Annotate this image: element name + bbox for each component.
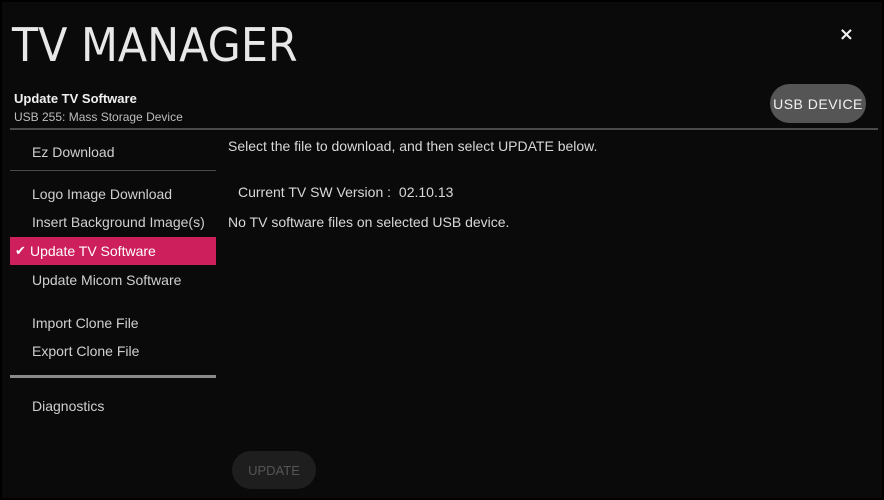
sidebar-item-export-clone-file[interactable]: Export Clone File: [10, 337, 216, 365]
sidebar-item-label: Update Micom Software: [32, 272, 182, 288]
sidebar-divider: [10, 375, 216, 378]
sidebar-item-label: Logo Image Download: [32, 186, 173, 202]
sidebar-item-update-micom-software[interactable]: Update Micom Software: [10, 266, 216, 294]
version-row: Current TV SW Version : 02.10.13: [238, 184, 453, 200]
app-title: TV MANAGER: [12, 18, 298, 72]
sidebar-item-insert-background-images[interactable]: Insert Background Image(s): [10, 208, 216, 236]
sidebar-item-update-tv-software[interactable]: ✔ Update TV Software: [10, 237, 216, 265]
sidebar-item-label: Update TV Software: [30, 243, 156, 259]
sidebar-item-label: Ez Download: [32, 144, 115, 160]
section-title: Update TV Software: [14, 91, 137, 106]
sidebar-item-import-clone-file[interactable]: Import Clone File: [10, 309, 216, 337]
status-message: No TV software files on selected USB dev…: [228, 214, 510, 230]
update-button[interactable]: UPDATE: [232, 451, 316, 489]
sidebar-divider: [10, 170, 216, 171]
sidebar-item-label: Diagnostics: [32, 398, 105, 414]
usb-device-button[interactable]: USB DEVICE: [770, 84, 866, 123]
sidebar-item-label: Import Clone File: [32, 315, 139, 331]
sidebar-item-ez-download[interactable]: Ez Download: [10, 138, 216, 166]
device-label: USB 255: Mass Storage Device: [14, 110, 183, 124]
sidebar-item-label: Export Clone File: [32, 343, 140, 359]
sidebar-item-logo-image-download[interactable]: Logo Image Download: [10, 180, 216, 208]
header-divider: [10, 128, 878, 130]
version-label: Current TV SW Version :: [238, 184, 392, 200]
check-icon: ✔: [15, 243, 26, 258]
sidebar-item-label: Insert Background Image(s): [32, 214, 205, 230]
version-value: 02.10.13: [398, 184, 454, 200]
sidebar-item-diagnostics[interactable]: Diagnostics: [10, 392, 216, 420]
instruction-text: Select the file to download, and then se…: [228, 138, 598, 154]
close-icon[interactable]: ×: [839, 26, 854, 44]
